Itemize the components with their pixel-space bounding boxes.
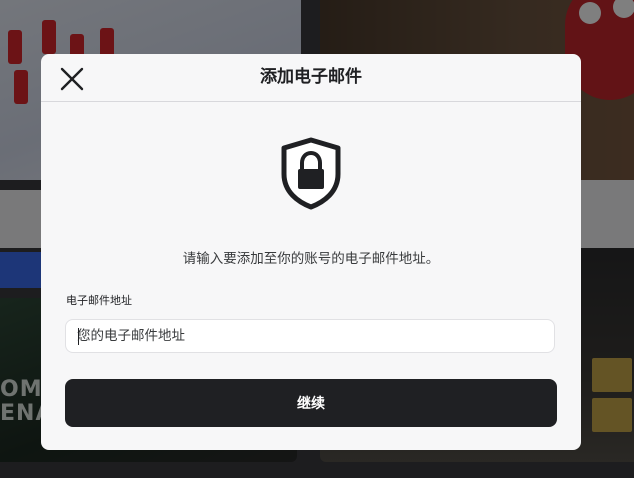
email-field-label: 电子邮件地址 xyxy=(66,294,132,307)
email-input[interactable] xyxy=(65,319,555,353)
dialog-instruction: 请输入要添加至你的账号的电子邮件地址。 xyxy=(182,251,440,267)
continue-button[interactable]: 继续 xyxy=(65,379,557,427)
shield-lock-icon xyxy=(278,136,344,210)
close-icon xyxy=(60,67,84,91)
text-cursor xyxy=(78,328,79,345)
close-button[interactable] xyxy=(57,64,87,94)
dialog-header: 添加电子邮件 xyxy=(41,54,581,102)
dialog-title: 添加电子邮件 xyxy=(260,67,362,87)
add-email-dialog: 添加电子邮件 请输入要添加至你的账号的电子邮件地址。 电子邮件地址 继续 xyxy=(41,54,581,450)
